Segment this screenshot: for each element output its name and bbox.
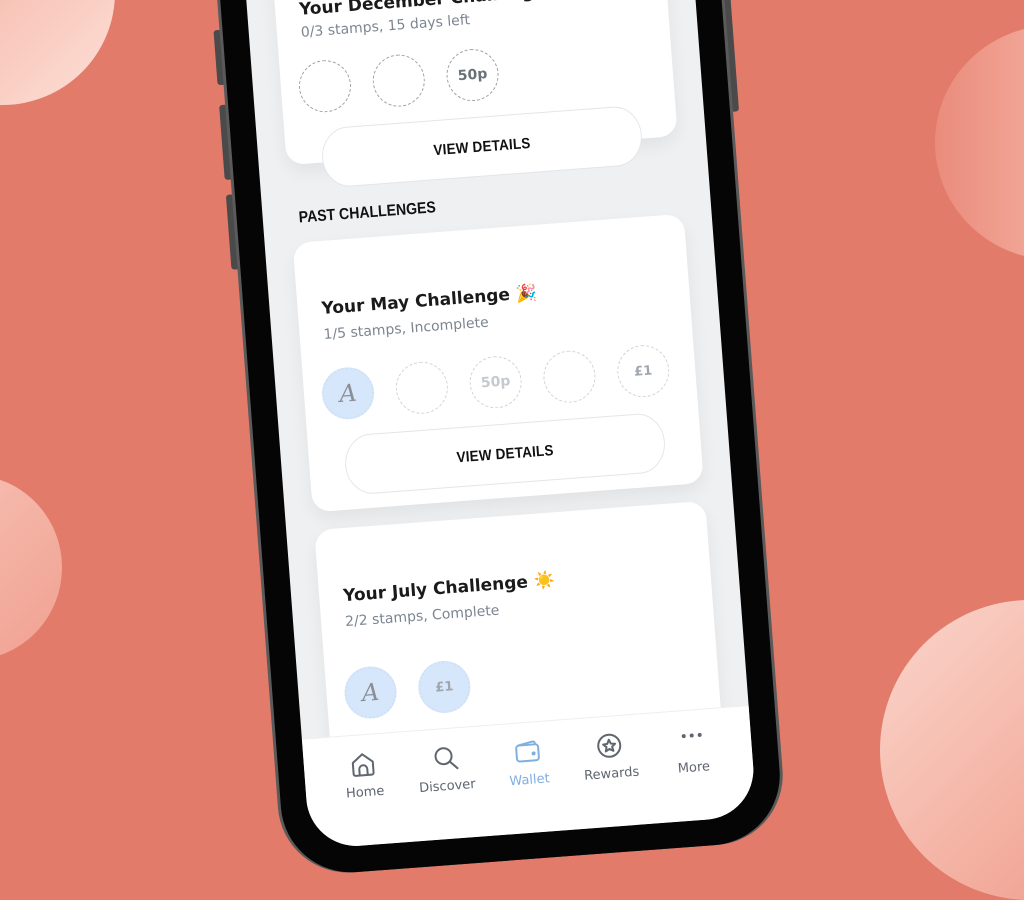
tab-home[interactable]: Home bbox=[321, 732, 409, 848]
challenge-title: Your July Challenge ☀️ bbox=[342, 570, 556, 607]
section-heading-past-challenges: PAST CHALLENGES bbox=[298, 199, 437, 227]
stamp-row: A £1 bbox=[342, 659, 473, 721]
stamp-1-pound: £1 bbox=[615, 343, 672, 400]
stamp-collected: A bbox=[342, 664, 399, 721]
phone-mockup: Your December Challenge 0/3 stamps, 15 d… bbox=[211, 0, 785, 878]
phone-frame: Your December Challenge 0/3 stamps, 15 d… bbox=[211, 0, 785, 878]
view-details-button[interactable]: VIEW DETAILS bbox=[319, 104, 644, 189]
sun-icon: ☀️ bbox=[533, 570, 556, 592]
stamp-empty bbox=[393, 359, 450, 416]
challenge-progress: 2/2 stamps, Complete bbox=[344, 602, 500, 631]
stamp-1-pound: £1 bbox=[416, 659, 473, 715]
app-screen: Your December Challenge 0/3 stamps, 15 d… bbox=[237, 0, 757, 850]
tab-rewards[interactable]: Rewards bbox=[568, 714, 656, 830]
stamp-50p: 50p bbox=[467, 354, 524, 411]
tab-more[interactable]: More bbox=[650, 708, 738, 824]
stamp-collected: A bbox=[320, 365, 376, 422]
stamp-empty bbox=[541, 348, 598, 405]
decorative-circle bbox=[935, 25, 1024, 260]
stamp-row: A 50p £1 bbox=[320, 343, 672, 422]
tab-wallet[interactable]: Wallet bbox=[485, 720, 573, 836]
view-details-button[interactable]: VIEW DETAILS bbox=[343, 411, 668, 496]
search-icon bbox=[429, 742, 461, 774]
stamp-empty bbox=[297, 58, 353, 115]
challenge-title: Your May Challenge 🎉 bbox=[320, 282, 538, 320]
stamp-row: 50p bbox=[297, 47, 501, 115]
decorative-circle bbox=[0, 475, 62, 660]
decorative-circle bbox=[0, 0, 115, 105]
more-dots-icon bbox=[676, 723, 708, 755]
stamp-50p: 50p bbox=[444, 47, 501, 103]
decorative-circle bbox=[880, 600, 1024, 900]
party-popper-icon: 🎉 bbox=[515, 282, 538, 305]
star-badge-icon bbox=[594, 730, 626, 762]
tab-discover[interactable]: Discover bbox=[403, 726, 491, 842]
challenge-progress: 1/5 stamps, Incomplete bbox=[323, 314, 490, 343]
home-icon bbox=[347, 748, 379, 780]
stamp-empty bbox=[370, 52, 427, 109]
wallet-icon bbox=[511, 736, 543, 768]
challenge-card-december: Your December Challenge 0/3 stamps, 15 d… bbox=[269, 0, 678, 189]
challenge-card-may: Your May Challenge 🎉 1/5 stamps, Incompl… bbox=[292, 213, 704, 513]
